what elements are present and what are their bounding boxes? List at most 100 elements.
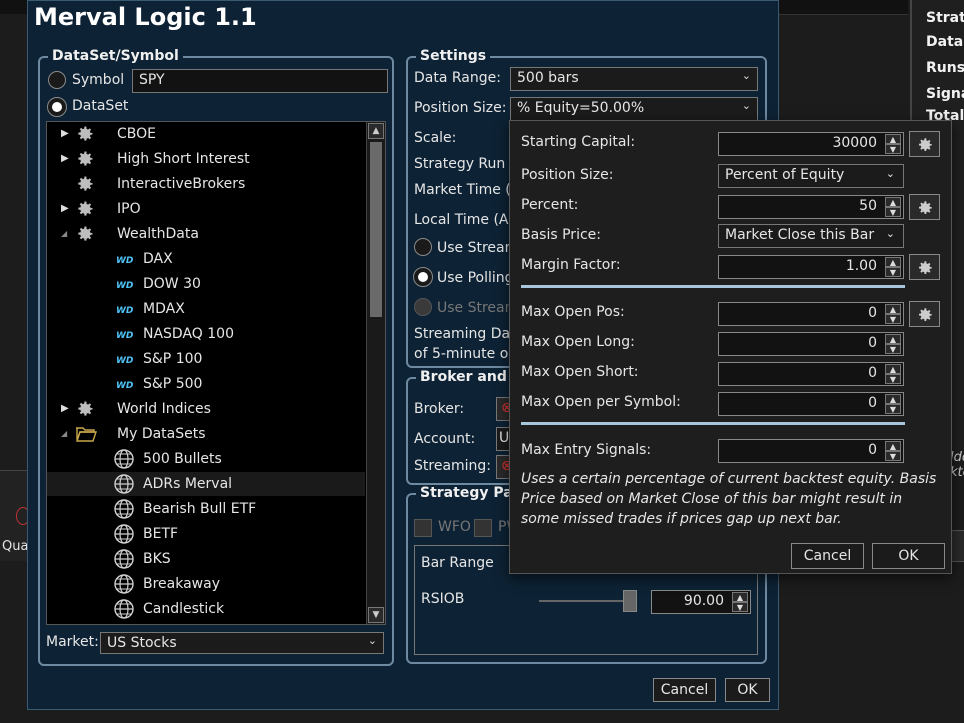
- tree-scrollbar[interactable]: ▲ ▼: [366, 122, 385, 624]
- use-polling-radio[interactable]: [413, 267, 433, 287]
- scroll-thumb[interactable]: [370, 142, 382, 317]
- spin-down-icon[interactable]: ▼: [885, 451, 901, 461]
- wfo-checkbox[interactable]: [414, 519, 432, 537]
- position-size-value: % Equity=50.00%: [517, 100, 645, 116]
- spin-up-icon[interactable]: ▲: [885, 334, 901, 344]
- tree-item[interactable]: WD NASDAQ 100: [47, 322, 365, 346]
- scroll-up-icon[interactable]: ▲: [368, 123, 384, 139]
- tree-item[interactable]: WD DAX: [47, 247, 365, 271]
- gear-icon: [75, 199, 95, 219]
- tree-item[interactable]: 500 Bullets: [47, 447, 365, 471]
- max-open-long-input[interactable]: 0 ▲ ▼: [718, 332, 904, 356]
- tree-item[interactable]: WD DOW 30: [47, 272, 365, 296]
- spin-down-icon[interactable]: ▼: [885, 144, 901, 154]
- tree-item[interactable]: WD S&P 500: [47, 372, 365, 396]
- use-streaming-radio[interactable]: [414, 238, 432, 256]
- position-size-select[interactable]: Percent of Equity ⌄: [718, 164, 904, 188]
- max-open-per-symbol-input[interactable]: 0 ▲ ▼: [718, 392, 904, 416]
- bg-text: ldd ktel: [950, 450, 964, 480]
- expanded-arrow-icon[interactable]: ◢: [61, 222, 71, 246]
- scroll-down-icon[interactable]: ▼: [368, 607, 384, 623]
- spin-down-icon[interactable]: ▼: [885, 344, 901, 354]
- spinner[interactable]: ▲ ▼: [885, 304, 901, 324]
- tree-item-label: DAX: [143, 251, 173, 267]
- max-open-pos-input[interactable]: 0 ▲ ▼: [718, 302, 904, 326]
- popup-ok-button[interactable]: OK: [872, 543, 945, 569]
- gear-icon: [75, 174, 95, 194]
- spin-down-icon[interactable]: ▼: [885, 404, 901, 414]
- popup-cancel-button[interactable]: Cancel: [791, 543, 864, 569]
- tree-item[interactable]: ▶ IPO: [47, 197, 365, 221]
- spin-up-icon[interactable]: ▲: [885, 134, 901, 144]
- spin-down-icon[interactable]: ▼: [885, 374, 901, 384]
- tree-item-label: Breakaway: [143, 576, 220, 592]
- ok-button[interactable]: OK: [725, 678, 770, 702]
- spin-up-icon[interactable]: ▲: [885, 257, 901, 267]
- margin-factor-settings-button[interactable]: [909, 254, 940, 280]
- tree-item[interactable]: ADRs Merval: [47, 472, 365, 496]
- spin-up-icon[interactable]: ▲: [885, 197, 901, 207]
- expanded-arrow-icon[interactable]: ◢: [61, 422, 71, 446]
- spin-up-icon[interactable]: ▲: [885, 304, 901, 314]
- collapsed-arrow-icon[interactable]: ▶: [61, 197, 71, 221]
- spin-up-icon[interactable]: ▲: [885, 364, 901, 374]
- spinner[interactable]: ▲ ▼: [885, 134, 901, 154]
- pw-checkbox[interactable]: [474, 519, 492, 537]
- basis-price-select[interactable]: Market Close this Bar ⌄: [718, 224, 904, 248]
- spinner[interactable]: ▲ ▼: [885, 334, 901, 354]
- tree-item[interactable]: InteractiveBrokers: [47, 172, 365, 196]
- max-open-pos-label: Max Open Pos:: [521, 304, 625, 320]
- spinner[interactable]: ▲ ▼: [885, 257, 901, 277]
- spin-down-icon[interactable]: ▼: [885, 207, 901, 217]
- max-entry-signals-input[interactable]: 0 ▲ ▼: [718, 439, 904, 463]
- collapsed-arrow-icon[interactable]: ▶: [61, 122, 71, 146]
- position-size-select[interactable]: % Equity=50.00% ⌄: [510, 97, 758, 121]
- percent-input[interactable]: 50 ▲ ▼: [718, 195, 904, 219]
- collapsed-arrow-icon[interactable]: ▶: [61, 397, 71, 421]
- rsiob-slider-thumb[interactable]: [623, 590, 638, 612]
- starting-capital-settings-button[interactable]: [909, 131, 940, 157]
- spin-down-icon[interactable]: ▼: [885, 267, 901, 277]
- max-open-pos-settings-button[interactable]: [909, 301, 940, 327]
- tree-item[interactable]: BETF: [47, 522, 365, 546]
- spin-up-icon[interactable]: ▲: [885, 441, 901, 451]
- rsiob-spinner[interactable]: ▲ ▼: [732, 592, 748, 612]
- symbol-input[interactable]: SPY: [132, 69, 388, 93]
- background-left-panel: Qua: [0, 470, 30, 561]
- tree-item[interactable]: ▶ CBOE: [47, 122, 365, 146]
- rsiob-slider-track[interactable]: [539, 600, 635, 602]
- dataset-tree[interactable]: ▶ CBOE ▶ High Short Interest InteractiveBrok…: [46, 121, 386, 625]
- tree-item[interactable]: ▶ High Short Interest: [47, 147, 365, 171]
- tree-item[interactable]: ▶ World Indices: [47, 397, 365, 421]
- margin-factor-input[interactable]: 1.00 ▲ ▼: [718, 255, 904, 279]
- spinner[interactable]: ▲ ▼: [885, 364, 901, 384]
- tree-item[interactable]: BKS: [47, 547, 365, 571]
- spin-up-icon[interactable]: ▲: [885, 394, 901, 404]
- spin-up-icon[interactable]: ▲: [732, 592, 748, 602]
- collapsed-arrow-icon[interactable]: ▶: [61, 147, 71, 171]
- dataset-radio[interactable]: [47, 97, 67, 117]
- rsiob-input[interactable]: 90.00 ▲ ▼: [651, 590, 751, 614]
- max-open-short-input[interactable]: 0 ▲ ▼: [718, 362, 904, 386]
- use-polling-label: Use Polling: [437, 270, 514, 286]
- market-select[interactable]: US Stocks ⌄: [100, 632, 384, 654]
- data-range-select[interactable]: 500 bars ⌄: [510, 67, 758, 91]
- position-size-label: Position Size:: [414, 100, 507, 116]
- tree-item[interactable]: WD MDAX: [47, 297, 365, 321]
- spinner[interactable]: ▲ ▼: [885, 197, 901, 217]
- spin-down-icon[interactable]: ▼: [732, 602, 748, 612]
- spin-down-icon[interactable]: ▼: [885, 314, 901, 324]
- percent-settings-button[interactable]: [909, 194, 940, 220]
- starting-capital-input[interactable]: 30000 ▲ ▼: [718, 132, 904, 156]
- tree-item-label: BKS: [143, 551, 171, 567]
- tree-item[interactable]: Bearish Bull ETF: [47, 497, 365, 521]
- tree-item[interactable]: WD S&P 100: [47, 347, 365, 371]
- spinner[interactable]: ▲ ▼: [885, 394, 901, 414]
- symbol-radio[interactable]: [48, 71, 66, 89]
- tree-item[interactable]: Candlestick: [47, 597, 365, 621]
- tree-item[interactable]: ◢ My DataSets: [47, 422, 365, 446]
- tree-item[interactable]: Breakaway: [47, 572, 365, 596]
- spinner[interactable]: ▲ ▼: [885, 441, 901, 461]
- cancel-button[interactable]: Cancel: [653, 678, 716, 702]
- tree-item[interactable]: ◢ WealthData: [47, 222, 365, 246]
